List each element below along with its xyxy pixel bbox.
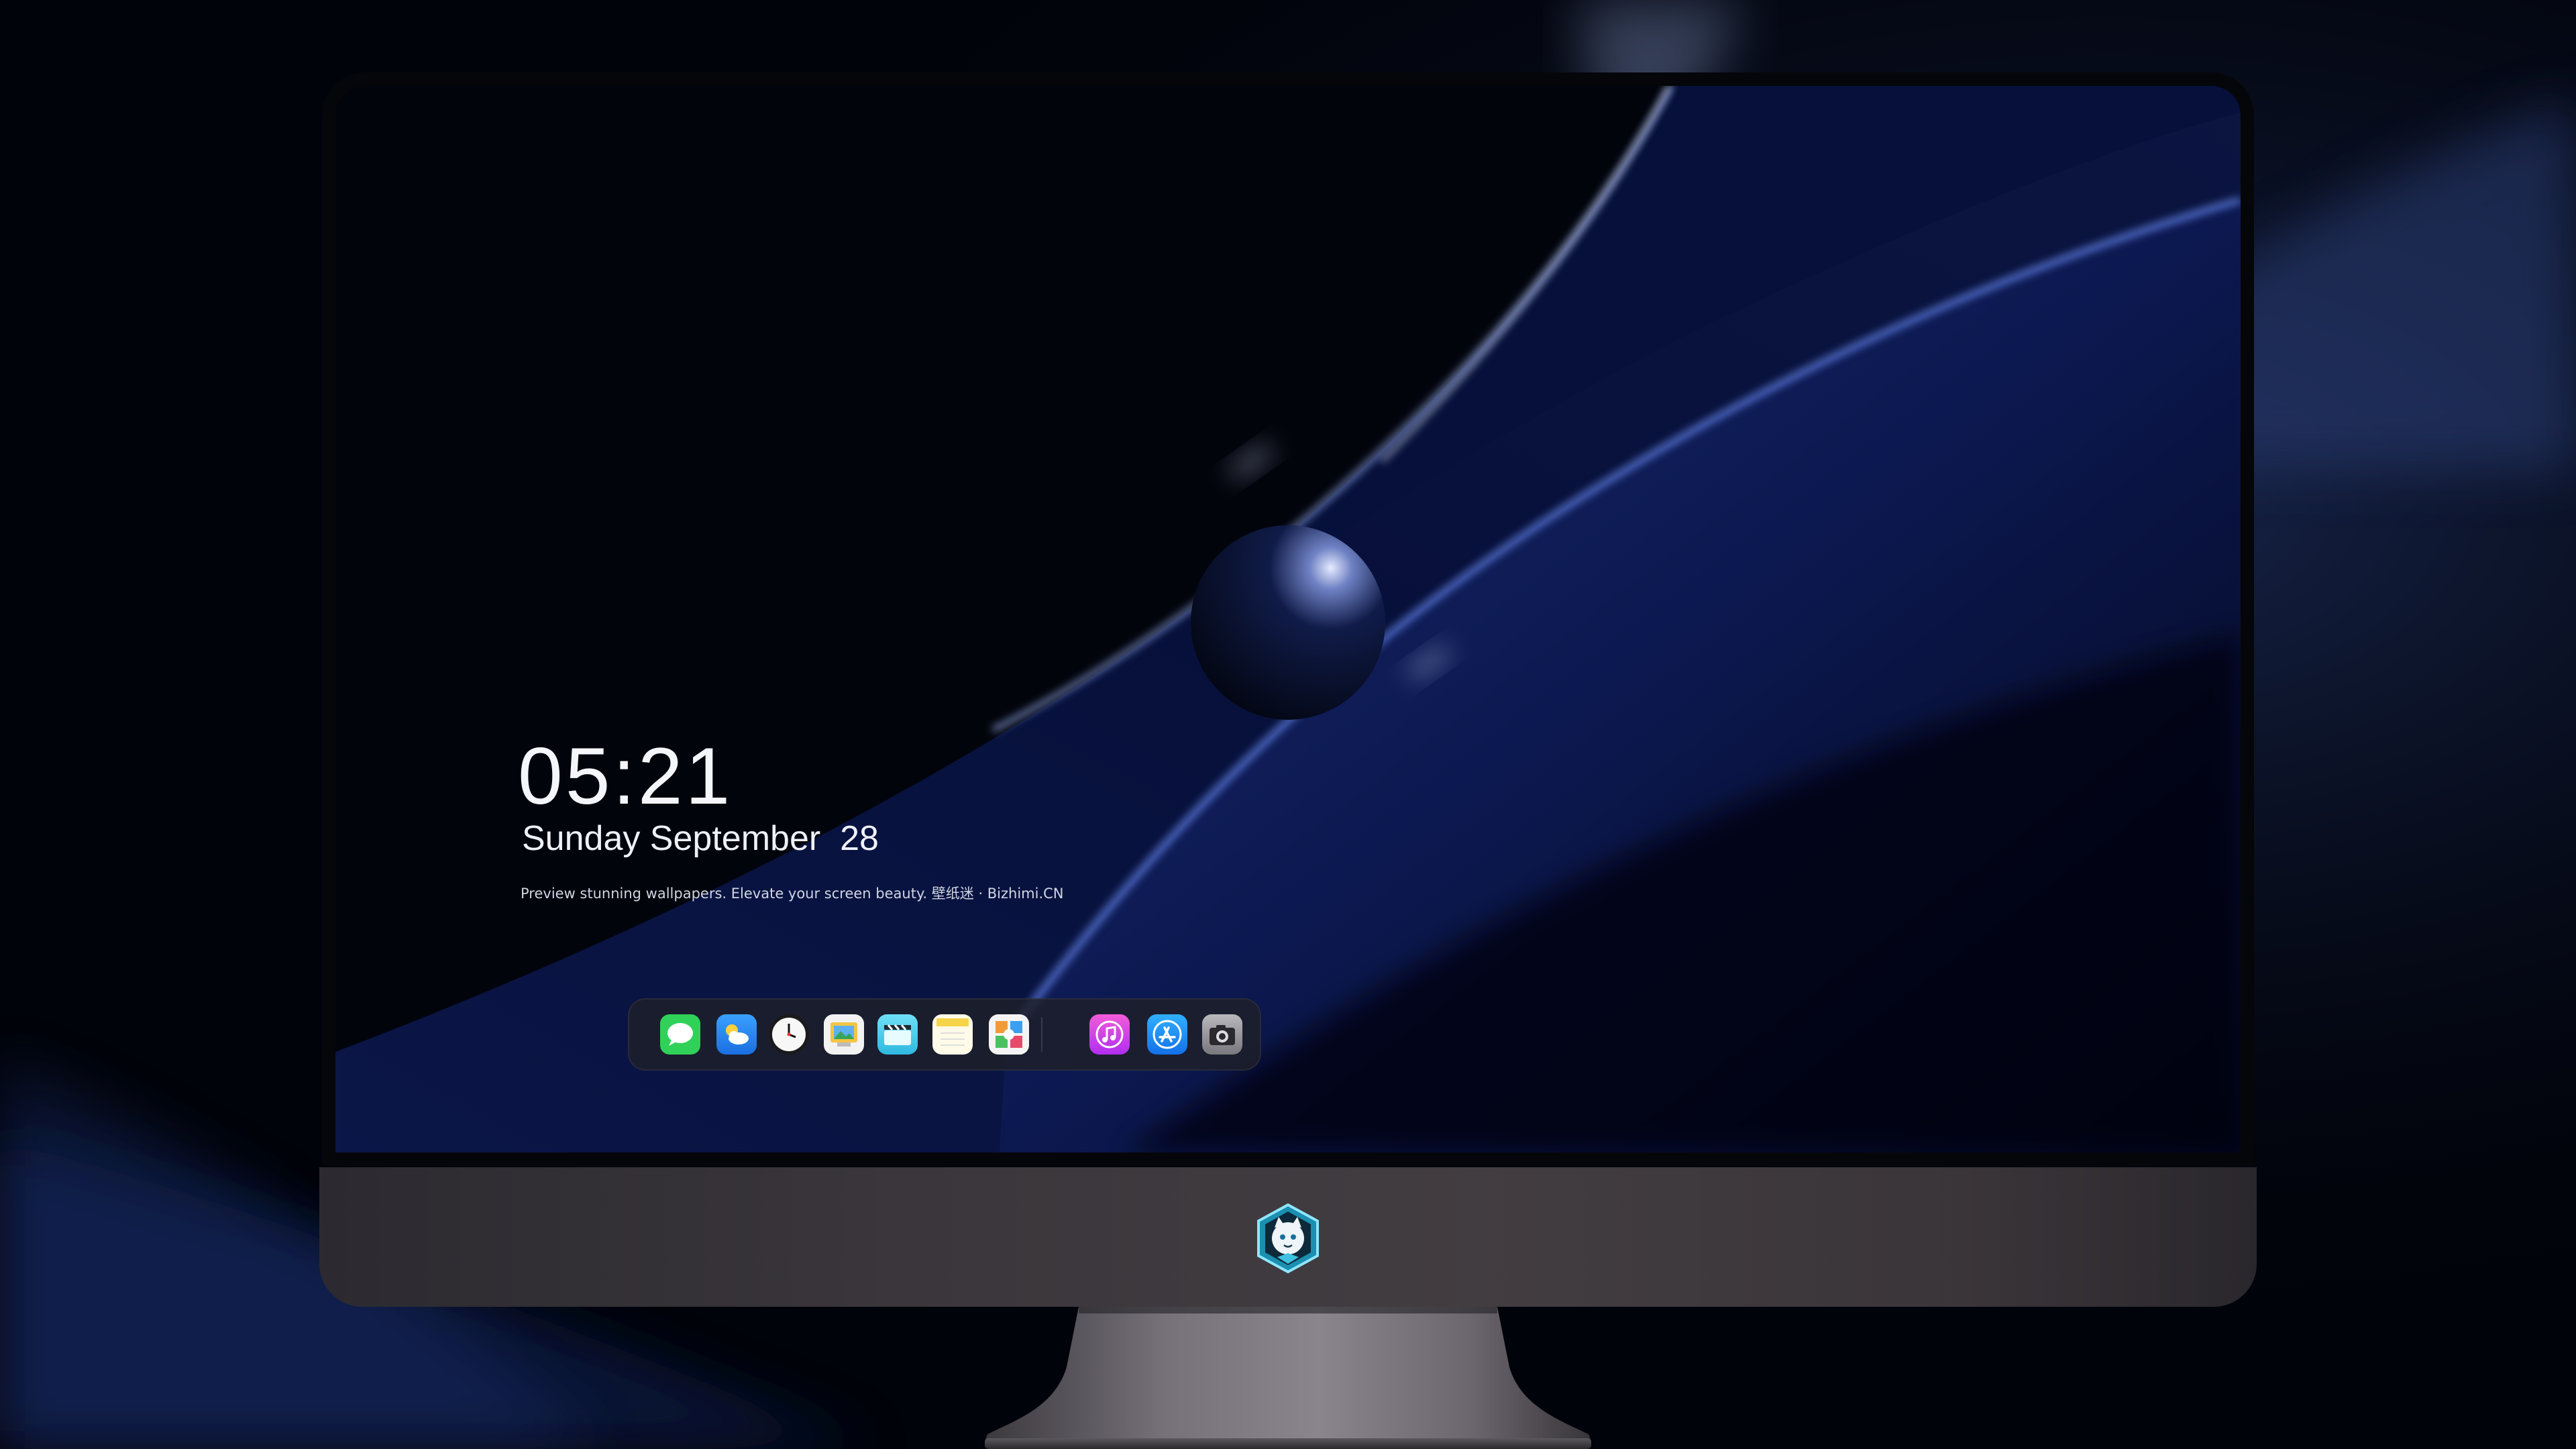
preview-icon[interactable] (824, 1014, 864, 1055)
music-note-icon[interactable] (1089, 1014, 1130, 1055)
messages-icon[interactable] (660, 1014, 700, 1055)
planet (1191, 525, 1385, 720)
photo-collage-icon[interactable] (989, 1014, 1029, 1055)
app-store-icon[interactable] (1147, 1014, 1187, 1055)
monitor-stand (985, 1307, 1591, 1449)
clock-icon[interactable] (769, 1014, 809, 1055)
notes-icon[interactable] (932, 1014, 973, 1055)
lockscreen-date: Sunday September 28 (522, 819, 879, 858)
wallpaper-tagline: Preview stunning wallpapers. Elevate you… (521, 885, 1064, 902)
screen-wallpaper (335, 86, 2241, 1152)
lockscreen-clock: 05:21 (518, 731, 733, 821)
dock-separator (1041, 1017, 1042, 1052)
mascot-logo-icon (1257, 1203, 1319, 1274)
camera-icon[interactable] (1202, 1014, 1242, 1055)
dock (628, 998, 1261, 1071)
clips-icon[interactable] (877, 1014, 918, 1055)
desktop-scene: 05:21 Sunday September 28 Preview stunni… (0, 0, 2576, 1449)
weather-icon[interactable] (716, 1014, 757, 1055)
monitor-screen: 05:21 Sunday September 28 Preview stunni… (335, 86, 2241, 1152)
